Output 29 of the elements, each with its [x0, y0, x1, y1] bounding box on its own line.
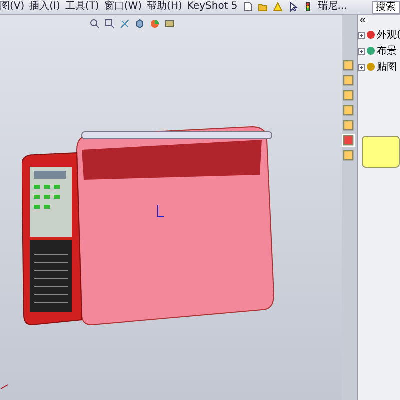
document-icon[interactable]: [242, 2, 253, 12]
warning-icon[interactable]: [272, 2, 283, 12]
zoom-area-icon[interactable]: [105, 19, 115, 29]
panel-tab[interactable]: [342, 89, 355, 102]
expand-toggle[interactable]: [358, 48, 365, 54]
monitor-icon[interactable]: [165, 19, 175, 29]
folder-icon[interactable]: [258, 2, 268, 12]
panel-tab[interactable]: [342, 104, 355, 117]
menu-item[interactable]: 插入(I): [30, 1, 60, 13]
user-name[interactable]: 瑞尼...: [318, 1, 348, 13]
menu-item[interactable]: 帮助(H): [147, 1, 182, 13]
cube-icon[interactable]: [135, 19, 145, 29]
search-button[interactable]: 搜索: [372, 0, 400, 14]
panel-tab[interactable]: [342, 134, 355, 147]
tree-item[interactable]: 布景: [377, 44, 397, 58]
menu-item[interactable]: 窗口(W): [104, 1, 142, 13]
zoom-icon[interactable]: [90, 19, 100, 29]
menu-item[interactable]: 图(V): [0, 1, 25, 13]
expand-toggle[interactable]: [358, 64, 365, 70]
cursor-icon[interactable]: [288, 2, 298, 12]
panel-tab[interactable]: [342, 149, 355, 162]
menu-item[interactable]: KeyShot 5: [187, 1, 238, 13]
collapse-button[interactable]: «: [358, 15, 378, 26]
note-box: [362, 136, 400, 168]
tree-item[interactable]: 外观(: [377, 28, 400, 42]
tree-item[interactable]: 贴图: [377, 60, 397, 74]
panel-tab[interactable]: [342, 119, 355, 132]
menu-item[interactable]: 工具(T): [65, 1, 100, 13]
expand-toggle[interactable]: [358, 32, 365, 38]
